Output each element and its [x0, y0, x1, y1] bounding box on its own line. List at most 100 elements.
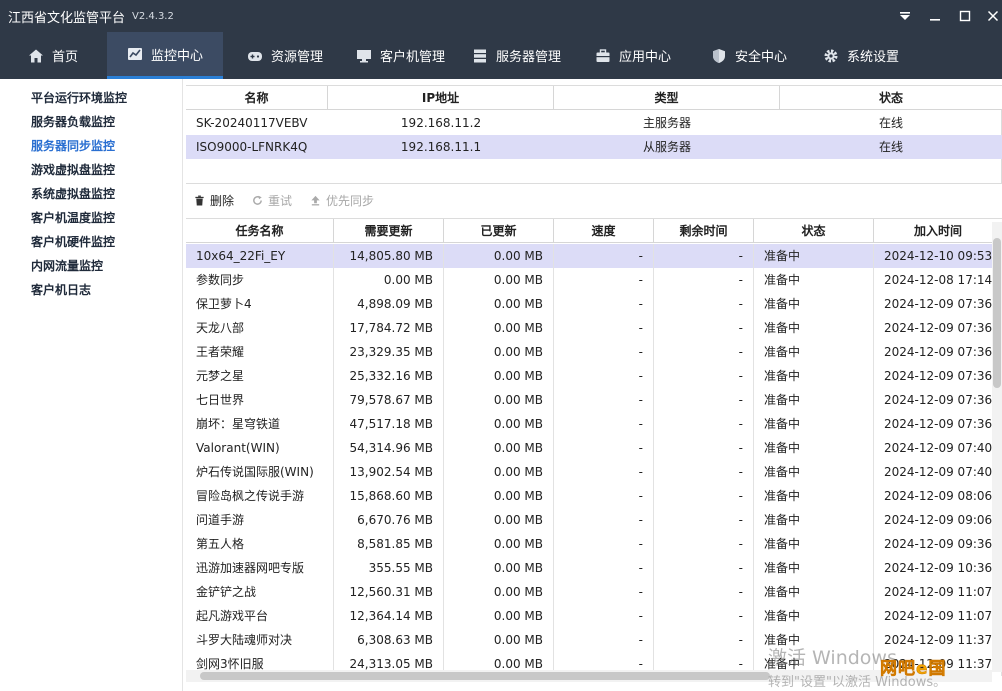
speed: -: [554, 292, 654, 316]
nav-security-center[interactable]: 安全中心: [707, 32, 791, 79]
header-updated[interactable]: 已更新: [444, 219, 554, 243]
join-time: 2024-12-09 11:07:: [874, 580, 1002, 604]
nav-system-settings[interactable]: 系统设置: [819, 32, 903, 79]
sidebar-item-client-hardware[interactable]: 客户机硬件监控: [31, 233, 115, 251]
briefcase-icon: [595, 48, 611, 64]
server-status: 在线: [878, 140, 903, 154]
scroll-thumb[interactable]: [993, 238, 1001, 388]
nav-resource-management[interactable]: 资源管理: [243, 32, 327, 79]
server-icon: [472, 48, 488, 64]
table-row[interactable]: 天龙八部 17,784.72 MB 0.00 MB - - 准备中 2024-12-09 0…: [186, 316, 1002, 340]
task-status: 准备中: [754, 244, 874, 268]
server-name: ISO9000-LFNRK4Q: [196, 140, 308, 154]
table-row[interactable]: 第五人格 8,581.85 MB 0.00 MB - - 准备中 2024-12-09 09…: [186, 532, 1002, 556]
updated: 0.00 MB: [444, 388, 554, 412]
header-remaining[interactable]: 剩余时间: [654, 219, 754, 243]
join-time: 2024-12-09 07:36:: [874, 412, 1002, 436]
header-status[interactable]: 状态: [780, 86, 1002, 110]
scroll-thumb[interactable]: [200, 672, 770, 680]
sidebar-item-lan-traffic[interactable]: 内网流量监控: [31, 257, 103, 275]
close-button[interactable]: [978, 0, 1002, 32]
maximize-button[interactable]: [950, 0, 980, 32]
task-status: 准备中: [754, 316, 874, 340]
speed: -: [554, 340, 654, 364]
nav-monitor-center[interactable]: 监控中心: [107, 32, 223, 79]
sidebar-item-server-sync[interactable]: 服务器同步监控: [31, 137, 115, 155]
updated: 0.00 MB: [444, 508, 554, 532]
nav-app-center[interactable]: 应用中心: [591, 32, 675, 79]
join-time: 2024-12-09 07:40:: [874, 436, 1002, 460]
table-row[interactable]: 保卫萝卜4 4,898.09 MB 0.00 MB - - 准备中 2024-12-09 0…: [186, 292, 1002, 316]
priority-sync-button[interactable]: 优先同步: [310, 192, 374, 209]
horizontal-scrollbar[interactable]: [186, 670, 992, 682]
speed: -: [554, 412, 654, 436]
need-update: 25,332.16 MB: [334, 364, 444, 388]
shield-icon: [711, 48, 727, 64]
table-row[interactable]: 迅游加速器网吧专版 355.55 MB 0.00 MB - - 准备中 2024-12-09…: [186, 556, 1002, 580]
sidebar-item-client-log[interactable]: 客户机日志: [31, 281, 91, 299]
table-row[interactable]: 问道手游 6,670.76 MB 0.00 MB - - 准备中 2024-12-09 09…: [186, 508, 1002, 532]
task-table-header: 任务名称 需要更新 已更新 速度 剩余时间 状态 加入时间: [186, 219, 1002, 243]
speed: -: [554, 268, 654, 292]
table-row[interactable]: ISO9000-LFNRK4Q 192.168.11.1 从服务器 在线: [186, 135, 1002, 159]
table-row[interactable]: 斗罗大陆魂师对决 6,308.63 MB 0.00 MB - - 准备中 2024-12-0…: [186, 628, 1002, 652]
retry-button[interactable]: 重试: [252, 192, 292, 209]
updated: 0.00 MB: [444, 292, 554, 316]
table-row[interactable]: 金铲铲之战 12,560.31 MB 0.00 MB - - 准备中 2024-12-09 …: [186, 580, 1002, 604]
sidebar-item-client-temperature[interactable]: 客户机温度监控: [31, 209, 115, 227]
task-name: 参数同步: [186, 268, 334, 292]
header-type[interactable]: 类型: [554, 86, 780, 110]
app-title: 江西省文化监管平台: [8, 10, 126, 26]
sidebar-item-platform-environment[interactable]: 平台运行环境监控: [31, 89, 127, 107]
speed: -: [554, 532, 654, 556]
updated: 0.00 MB: [444, 460, 554, 484]
menu-down-icon: [900, 12, 910, 20]
header-status[interactable]: 状态: [754, 219, 874, 243]
nav-home[interactable]: 首页: [24, 32, 82, 79]
table-row[interactable]: 王者荣耀 23,329.35 MB 0.00 MB - - 准备中 2024-12-09 0…: [186, 340, 1002, 364]
speed: -: [554, 484, 654, 508]
dropdown-menu-button[interactable]: [890, 0, 920, 32]
join-time: 2024-12-09 11:37:: [874, 628, 1002, 652]
sidebar-item-game-virtual-disk[interactable]: 游戏虚拟盘监控: [31, 161, 115, 179]
minimize-button[interactable]: [920, 0, 950, 32]
vertical-scrollbar[interactable]: [992, 222, 1002, 672]
title-bar: 江西省文化监管平台 V2.4.3.2: [0, 0, 1002, 32]
task-name: 王者荣耀: [186, 340, 334, 364]
join-time: 2024-12-09 09:36:: [874, 532, 1002, 556]
updated: 0.00 MB: [444, 556, 554, 580]
table-row[interactable]: 崩坏：星穹铁道 47,517.18 MB 0.00 MB - - 准备中 2024-12-0…: [186, 412, 1002, 436]
task-status: 准备中: [754, 436, 874, 460]
table-row[interactable]: 元梦之星 25,332.16 MB 0.00 MB - - 准备中 2024-12-09 0…: [186, 364, 1002, 388]
table-row[interactable]: 冒险岛枫之传说手游 15,868.60 MB 0.00 MB - - 准备中 2024-12…: [186, 484, 1002, 508]
speed: -: [554, 244, 654, 268]
table-row[interactable]: 七日世界 79,578.67 MB 0.00 MB - - 准备中 2024-12-09 0…: [186, 388, 1002, 412]
close-icon: [987, 10, 999, 22]
table-row[interactable]: 炉石传说国际服(WIN) 13,902.54 MB 0.00 MB - - 准备中 2024…: [186, 460, 1002, 484]
header-ip[interactable]: IP地址: [328, 86, 554, 110]
header-speed[interactable]: 速度: [554, 219, 654, 243]
task-name: 金铲铲之战: [186, 580, 334, 604]
header-task-name[interactable]: 任务名称: [186, 219, 334, 243]
header-name[interactable]: 名称: [186, 86, 328, 110]
task-status: 准备中: [754, 460, 874, 484]
nav-client-management[interactable]: 客户机管理: [352, 32, 449, 79]
join-time: 2024-12-09 07:40:: [874, 460, 1002, 484]
nav-server-management[interactable]: 服务器管理: [468, 32, 565, 79]
table-row[interactable]: Valorant(WIN) 54,314.96 MB 0.00 MB - - 准备中 202…: [186, 436, 1002, 460]
table-row[interactable]: SK-20240117VEBV 192.168.11.2 主服务器 在线: [186, 111, 1002, 135]
sidebar-item-server-load[interactable]: 服务器负载监控: [31, 113, 115, 131]
task-status: 准备中: [754, 580, 874, 604]
sidebar-item-system-virtual-disk[interactable]: 系统虚拟盘监控: [31, 185, 115, 203]
header-need-update[interactable]: 需要更新: [334, 219, 444, 243]
need-update: 8,581.85 MB: [334, 532, 444, 556]
table-row[interactable]: 起凡游戏平台 12,364.14 MB 0.00 MB - - 准备中 2024-12-09…: [186, 604, 1002, 628]
table-row[interactable]: 参数同步 0.00 MB 0.00 MB - - 准备中 2024-12-08 17:14:: [186, 268, 1002, 292]
task-name: 斗罗大陆魂师对决: [186, 628, 334, 652]
delete-button[interactable]: 删除: [194, 192, 234, 209]
remaining-time: -: [654, 556, 754, 580]
join-time: 2024-12-09 11:07:: [874, 604, 1002, 628]
header-join-time[interactable]: 加入时间: [874, 219, 1002, 243]
gamepad-icon: [247, 48, 263, 64]
table-row[interactable]: 10x64_22Fi_EY 14,805.80 MB 0.00 MB - - 准备中 202…: [186, 244, 1002, 268]
